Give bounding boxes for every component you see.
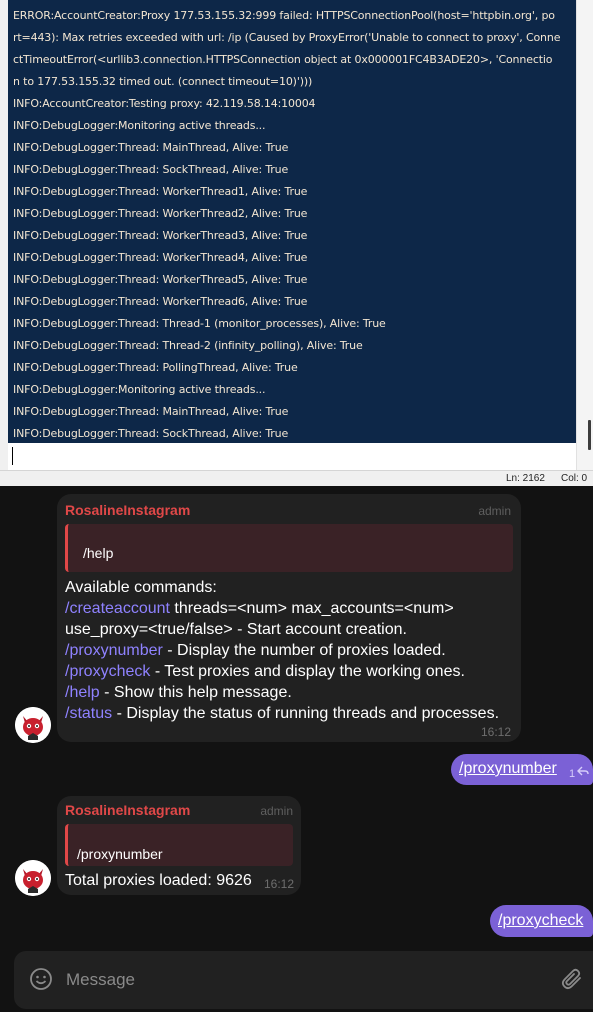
reply-text: /help (83, 545, 114, 561)
command-line: /help - Show this help message. (65, 682, 292, 703)
log-line: INFO:DebugLogger:Thread: WorkerThread6, … (13, 295, 308, 308)
incoming-message[interactable]: RosalineInstagram admin /help Available … (57, 494, 521, 742)
admin-badge: admin (260, 804, 293, 818)
log-line: INFO:DebugLogger:Thread: WorkerThread5, … (13, 273, 308, 286)
vertical-scrollbar[interactable] (576, 0, 593, 470)
avatar-icon[interactable] (15, 707, 51, 743)
log-lines: ERROR:AccountCreator:Proxy 177.53.155.32… (8, 0, 576, 445)
outgoing-command[interactable]: /proxynumber (459, 760, 557, 778)
reply-text: /proxynumber (77, 846, 163, 862)
reply-count: 1 (569, 768, 576, 780)
log-line: INFO:AccountCreator:Testing proxy: 42.11… (13, 97, 316, 110)
log-line: rt=443): Max retries exceeded with url: … (13, 31, 561, 44)
command-line: /proxycheck - Test proxies and display t… (65, 661, 465, 682)
log-line: INFO:DebugLogger:Thread: MainThread, Ali… (13, 141, 289, 154)
chat-panel: RosalineInstagram admin /help Available … (0, 486, 593, 1012)
log-line: INFO:DebugLogger:Thread: WorkerThread4, … (13, 251, 308, 264)
log-line: INFO:DebugLogger:Thread: WorkerThread3, … (13, 229, 308, 242)
log-line: INFO:DebugLogger:Thread: Thread-2 (infin… (13, 339, 363, 352)
column-number: Col: 0 (561, 473, 588, 484)
log-line: INFO:DebugLogger:Thread: Thread-1 (monit… (13, 317, 386, 330)
outgoing-command[interactable]: /proxycheck (498, 912, 583, 930)
log-line: ctTimeoutError(<urllib3.connection.HTTPS… (13, 53, 553, 66)
command-desc: use_proxy=<true/false> - Start account c… (65, 621, 407, 638)
log-line: INFO:DebugLogger:Monitoring active threa… (13, 383, 266, 396)
command-link[interactable]: /createaccount (65, 600, 170, 617)
status-bar: Ln: 2162 Col: 0 (0, 470, 593, 486)
command-link[interactable]: /proxynumber (65, 642, 163, 659)
message-text: Total proxies loaded: 9626 (65, 872, 252, 889)
line-number: Ln: 2162 (506, 473, 545, 484)
log-line: ERROR:AccountCreator:Proxy 177.53.155.32… (13, 9, 555, 22)
sender-name[interactable]: RosalineInstagram (65, 802, 190, 818)
command-desc: - Show this help message. (99, 684, 292, 701)
log-line: INFO:DebugLogger:Thread: WorkerThread2, … (13, 207, 308, 220)
command-desc: - Test proxies and display the working o… (150, 663, 465, 680)
log-line: INFO:DebugLogger:Thread: SockThread, Ali… (13, 163, 289, 176)
command-line: /proxynumber - Display the number of pro… (65, 640, 446, 661)
log-line: INFO:DebugLogger:Thread: MainThread, Ali… (13, 405, 289, 418)
log-output[interactable]: ERROR:AccountCreator:Proxy 177.53.155.32… (8, 0, 576, 470)
command-line: /status - Display the status of running … (65, 703, 499, 724)
command-line: use_proxy=<true/false> - Start account c… (65, 619, 407, 640)
command-desc: - Display the number of proxies loaded. (162, 642, 446, 659)
command-desc: threads=<num> max_accounts=<num> (169, 600, 454, 617)
command-link[interactable]: /proxycheck (65, 663, 150, 680)
outgoing-message[interactable]: /proxynumber 1 (451, 754, 593, 785)
log-line: INFO:DebugLogger:Thread: PollingThread, … (13, 361, 298, 374)
message-heading: Available commands: (65, 579, 217, 596)
log-line: INFO:DebugLogger:Thread: SockThread, Ali… (13, 427, 289, 440)
console-window: ERROR:AccountCreator:Proxy 177.53.155.32… (0, 0, 593, 486)
emoji-icon[interactable] (29, 967, 53, 991)
outgoing-message[interactable]: /proxycheck (490, 905, 593, 937)
avatar-icon[interactable] (15, 860, 51, 896)
log-line: INFO:DebugLogger:Monitoring active threa… (13, 119, 266, 132)
command-line: /createaccount threads=<num> max_account… (65, 598, 454, 619)
scrollbar-thumb[interactable] (588, 420, 591, 450)
reply-quote[interactable]: /help (65, 524, 513, 572)
text-cursor (12, 447, 13, 465)
command-link[interactable]: /status (65, 705, 112, 722)
command-desc: - Display the status of running threads … (112, 705, 500, 722)
message-time: 16:12 (264, 877, 295, 891)
message-composer[interactable]: Message (14, 951, 593, 1009)
command-link[interactable]: /help (65, 684, 100, 701)
console-gutter (0, 0, 8, 470)
attach-icon[interactable] (560, 967, 584, 991)
message-input[interactable]: Message (66, 970, 135, 990)
log-line: n to 177.53.155.32 timed out. (connect t… (13, 75, 313, 88)
incoming-message[interactable]: RosalineInstagram admin /proxynumber Tot… (57, 796, 301, 895)
admin-badge: admin (478, 504, 511, 518)
input-line[interactable] (8, 443, 576, 470)
reply-arrow-icon (577, 766, 589, 776)
sender-name[interactable]: RosalineInstagram (65, 502, 190, 518)
message-time: 16:12 (480, 725, 511, 739)
log-line: INFO:DebugLogger:Thread: WorkerThread1, … (13, 185, 308, 198)
reply-quote[interactable]: /proxynumber (65, 824, 293, 866)
